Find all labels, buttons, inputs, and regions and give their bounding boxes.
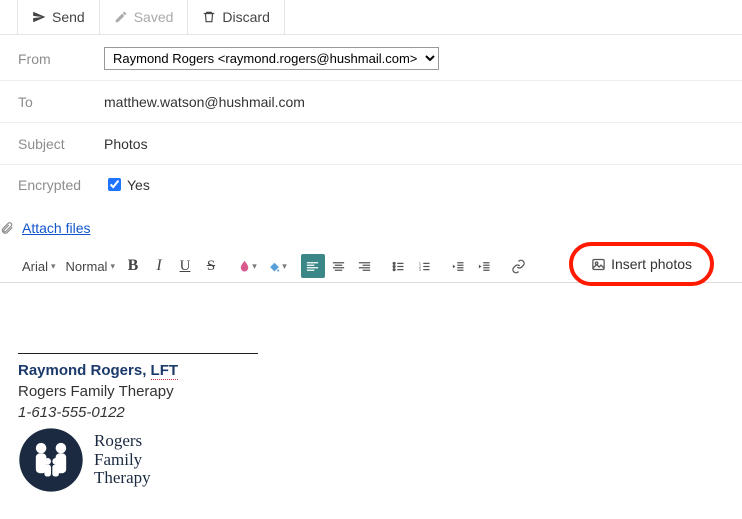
text-color-button[interactable]: ▾ [233,254,261,278]
paragraph-style-select[interactable]: Normal▾ [62,256,119,277]
paperclip-icon [0,221,14,235]
signature-divider [18,353,258,354]
insert-photos-label: Insert photos [611,256,692,272]
compose-toolbar: Send Saved Discard [0,0,742,35]
saved-button[interactable]: Saved [100,0,189,34]
compose-body[interactable]: Raymond Rogers, LFT Rogers Family Therap… [0,283,742,513]
encrypted-yes: Yes [127,177,150,193]
align-center-icon [331,259,346,274]
highlight-color-button[interactable]: ▾ [263,254,291,278]
subject-row: Subject Photos [0,123,742,165]
bullet-list-icon [391,259,406,274]
outdent-button[interactable] [447,254,471,278]
from-select[interactable]: Raymond Rogers <raymond.rogers@hushmail.… [104,47,439,70]
italic-button[interactable]: I [147,254,171,278]
saved-label: Saved [134,9,174,25]
indent-button[interactable] [473,254,497,278]
align-center-button[interactable] [327,254,351,278]
signature-logo: Rogers Family Therapy [18,427,724,493]
discard-button[interactable]: Discard [188,0,284,34]
encrypted-label: Encrypted [18,177,104,193]
send-label: Send [52,9,85,25]
align-left-button[interactable] [301,254,325,278]
signature-logo-text: Rogers Family Therapy [94,432,151,488]
from-row: From Raymond Rogers <raymond.rogers@hush… [0,35,742,81]
svg-text:3: 3 [419,267,421,271]
discard-label: Discard [222,9,269,25]
pencil-icon [114,10,128,24]
paint-bucket-icon [267,259,282,274]
droplet-icon [237,259,252,274]
signature-phone: 1-613-555-0122 [18,404,724,421]
family-logo-icon [18,427,84,493]
trash-icon [202,10,216,24]
highlight-insert-photos: Insert photos [569,242,714,286]
insert-link-button[interactable] [507,254,531,278]
subject-value[interactable]: Photos [104,136,724,152]
chevron-down-icon: ▾ [110,261,115,272]
font-family-select[interactable]: Arial▾ [18,256,60,277]
insert-photos-button[interactable]: Insert photos [581,252,702,276]
align-left-icon [305,259,320,274]
signature-company: Rogers Family Therapy [18,383,724,400]
align-right-icon [357,259,372,274]
image-icon [591,257,606,272]
align-right-button[interactable] [353,254,377,278]
bold-button[interactable]: B [121,254,145,278]
attach-files-link[interactable]: Attach files [22,220,90,236]
ordered-list-button[interactable]: 123 [413,254,437,278]
chevron-down-icon: ▾ [51,261,56,272]
send-icon [32,10,46,24]
format-toolbar: Arial▾ Normal▾ B I U S ▾ ▾ [0,250,742,283]
strikethrough-button[interactable]: S [199,254,223,278]
unordered-list-button[interactable] [387,254,411,278]
signature-credential: LFT [151,362,179,380]
indent-icon [477,259,492,274]
to-row: To matthew.watson@hushmail.com [0,81,742,123]
outdent-icon [451,259,466,274]
signature-name: Raymond Rogers, LFT [18,362,724,379]
subject-label: Subject [18,136,104,152]
link-icon [511,259,526,274]
to-label: To [18,94,104,110]
numbered-list-icon: 123 [417,259,432,274]
to-value[interactable]: matthew.watson@hushmail.com [104,94,724,110]
encrypted-row: Encrypted Yes [0,165,742,210]
underline-button[interactable]: U [173,254,197,278]
send-button[interactable]: Send [18,0,100,34]
from-label: From [18,51,104,67]
encrypted-checkbox[interactable] [108,178,121,191]
